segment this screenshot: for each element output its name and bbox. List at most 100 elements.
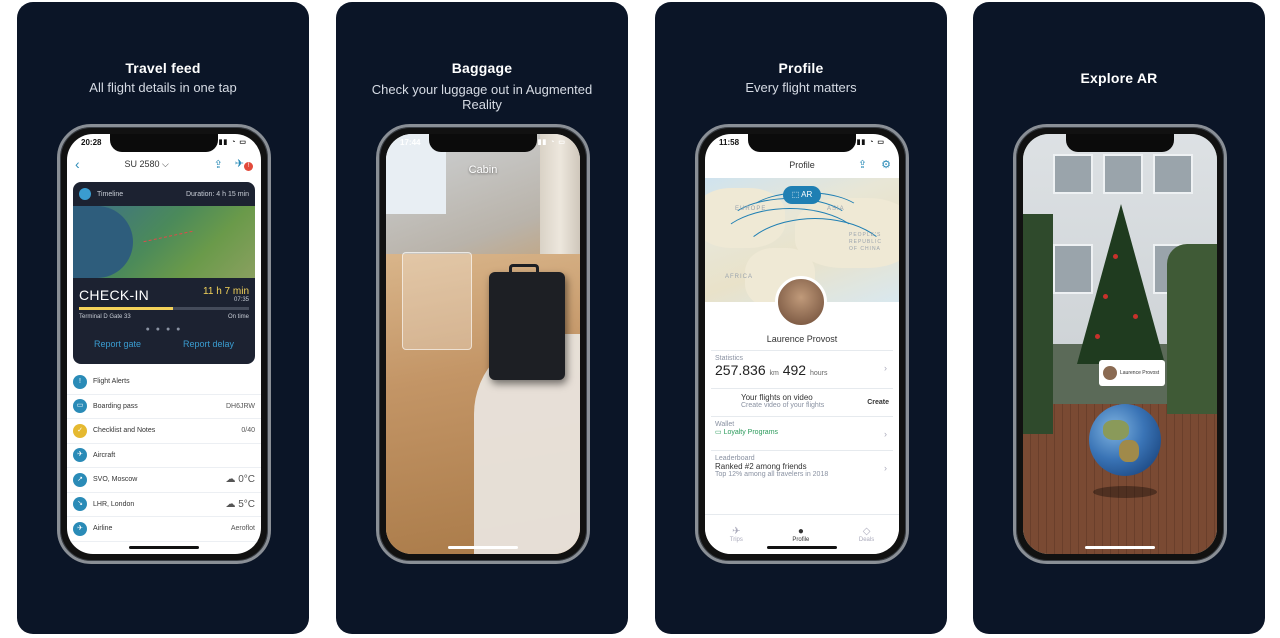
profile-name: Laurence Provost xyxy=(766,334,838,344)
panel-subtitle: Every flight matters xyxy=(745,80,857,95)
list-item[interactable]: ↘ LHR, London ☁ 5°C xyxy=(67,493,261,517)
feed-list: ! Flight Alerts ▭ Boarding pass DH6JRW ✓ Check… xyxy=(67,370,261,542)
loyalty-programs: Loyalty Programs xyxy=(723,429,779,436)
panel-baggage: Baggage Check your luggage out in Augmen… xyxy=(336,2,628,634)
ar-globe[interactable] xyxy=(1089,404,1161,476)
panel-subtitle: Check your luggage out in Augmented Real… xyxy=(371,82,593,112)
badge-icon: ! xyxy=(244,162,253,171)
route-map[interactable] xyxy=(73,206,255,278)
list-item-label: Airline xyxy=(93,525,113,533)
timeline-label: Timeline xyxy=(97,190,124,198)
duration-label: Duration: 4 h 15 min xyxy=(185,190,249,198)
continent-shape xyxy=(1119,440,1139,462)
route-line xyxy=(143,230,193,243)
chevron-right-icon: › xyxy=(884,463,887,473)
checklist-icon: ✓ xyxy=(73,423,87,438)
curtain-shape xyxy=(540,134,580,254)
panel-travel-feed: Travel feed All flight details in one ta… xyxy=(17,2,309,634)
screen: 17:44 ▮▮ ◔ ▭ Cabin xyxy=(386,134,580,554)
christmas-tree-shape xyxy=(1077,204,1165,364)
panel-title: Profile xyxy=(778,60,824,76)
flight-number-selector[interactable]: SU 2580 ⌵ xyxy=(124,159,168,170)
bell-icon: ! xyxy=(73,374,87,389)
wallet-section[interactable]: Wallet ▭ Loyalty Programs › xyxy=(711,416,893,448)
airline-icon: ✈ xyxy=(73,521,87,536)
checkin-label: CHECK-IN xyxy=(79,287,150,303)
report-row: Report gate Report delay xyxy=(73,339,255,349)
list-item[interactable]: ▭ Boarding pass DH6JRW xyxy=(67,395,261,419)
report-delay-button[interactable]: Report delay xyxy=(183,339,234,349)
phone-frame: Laurence Provost xyxy=(1013,124,1227,564)
list-item[interactable]: ✓ Checklist and Notes 0/40 xyxy=(67,419,261,444)
window-shape xyxy=(1153,154,1193,194)
map-label: AFRICA xyxy=(725,274,754,280)
list-item-value: Aeroflot xyxy=(230,525,255,533)
nav-bar: ‹ SU 2580 ⌵ ⇪ ✈! xyxy=(67,152,261,176)
screen: 20:28 ▮▮ ◔ ▭ ‹ SU 2580 ⌵ ⇪ ✈! Timeline D… xyxy=(67,134,261,554)
report-gate-button[interactable]: Report gate xyxy=(94,339,141,349)
notch xyxy=(1066,134,1174,152)
screen: Laurence Provost xyxy=(1023,134,1217,554)
list-item[interactable]: ✈ Airline Aeroflot xyxy=(67,517,261,542)
tab-label: Trips xyxy=(729,537,743,543)
terminal-row: Terminal D Gate 33 On time xyxy=(73,310,255,320)
list-item-label: Boarding pass xyxy=(93,402,138,410)
panel-title: Explore AR xyxy=(1080,70,1158,86)
hours-unit: hours xyxy=(809,370,828,377)
signal-wifi-battery-icon: ▮▮ ◔ ▭ xyxy=(856,139,885,146)
ar-profile-card[interactable]: Laurence Provost xyxy=(1099,360,1165,386)
tab-deals[interactable]: ◇ Deals xyxy=(859,526,874,543)
checkin-row: CHECK-IN 11 h 7 min 07:35 xyxy=(73,278,255,303)
checkin-countdown: 11 h 7 min 07:35 xyxy=(203,286,249,303)
globe-shadow xyxy=(1093,486,1157,498)
ornament-shape xyxy=(1113,254,1118,259)
panel-profile: Profile Every flight matters 11:58 ▮▮ ◔ … xyxy=(655,2,947,634)
page-dots: ● ● ● ● xyxy=(145,326,183,333)
timeline-icon xyxy=(79,188,91,200)
ticket-icon: ▭ xyxy=(73,399,87,414)
avatar[interactable] xyxy=(775,276,827,328)
tab-trips[interactable]: ✈ Trips xyxy=(730,526,743,543)
ar-mode-label[interactable]: Cabin xyxy=(386,164,580,176)
ornament-shape xyxy=(1103,294,1108,299)
statistics-values: 257.836 km 492 hours xyxy=(715,362,889,378)
arrival-icon: ↘ xyxy=(73,497,87,512)
list-item-value: ☁ 5°C xyxy=(225,498,255,510)
home-indicator xyxy=(767,546,837,549)
list-item-value: 0/40 xyxy=(241,427,255,435)
gear-icon[interactable]: ⚙ xyxy=(881,158,891,171)
status-time: 20:28 xyxy=(81,138,102,147)
list-item[interactable]: ! Flight Alerts xyxy=(67,370,261,395)
notifications-icon[interactable]: ✈! xyxy=(235,157,253,171)
phone-frame: 20:28 ▮▮ ◔ ▭ ‹ SU 2580 ⌵ ⇪ ✈! Timeline D… xyxy=(57,124,271,564)
back-chevron-icon[interactable]: ‹ xyxy=(75,156,80,172)
distance-unit: km xyxy=(769,370,779,377)
avatar xyxy=(1103,366,1117,380)
video-section[interactable]: Your flights on video Create video of yo… xyxy=(711,388,893,414)
window-shape xyxy=(1103,154,1143,194)
share-icon[interactable]: ⇪ xyxy=(214,158,223,171)
ar-size-outline xyxy=(402,252,472,350)
phone-frame: 17:44 ▮▮ ◔ ▭ Cabin xyxy=(376,124,590,564)
signal-wifi-battery-icon: ▮▮ ◔ ▭ xyxy=(537,139,566,146)
progress-fill xyxy=(79,307,173,310)
leaderboard-section[interactable]: Leaderboard Ranked #2 among friends Top … xyxy=(711,450,893,490)
list-item[interactable]: ↗ SVO, Moscow ☁ 0°C xyxy=(67,468,261,493)
card-header: Timeline Duration: 4 h 15 min xyxy=(73,182,255,206)
checkin-time: 07:35 xyxy=(233,297,249,303)
share-icon[interactable]: ⇪ xyxy=(858,158,867,171)
rank-subtitle: Top 12% among all travelers in 2018 xyxy=(715,471,829,478)
ornament-shape xyxy=(1133,314,1138,319)
flight-status: On time xyxy=(227,314,249,320)
profile-icon: ● xyxy=(797,526,804,537)
wallet-value: ▭ Loyalty Programs xyxy=(715,429,779,436)
list-item-label: Checklist and Notes xyxy=(93,427,156,435)
ar-button[interactable]: ⬚ AR xyxy=(783,186,821,204)
statistics-section[interactable]: Statistics 257.836 km 492 hours › xyxy=(711,350,893,386)
tab-profile[interactable]: ● Profile xyxy=(792,526,809,543)
list-item-label: Aircraft xyxy=(93,451,116,459)
list-item[interactable]: ✈ Aircraft xyxy=(67,444,261,468)
plane-icon: ✈ xyxy=(73,448,87,463)
create-button[interactable]: Create xyxy=(867,399,889,406)
continent-shape xyxy=(1103,420,1129,440)
